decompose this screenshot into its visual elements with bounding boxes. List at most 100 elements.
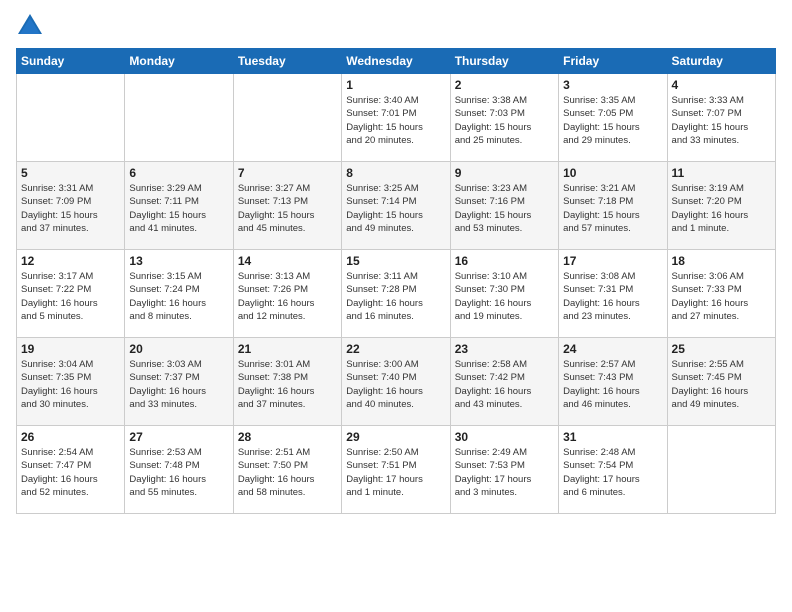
calendar-cell: 16Sunrise: 3:10 AM Sunset: 7:30 PM Dayli… <box>450 250 558 338</box>
calendar-cell: 5 Sunrise: 3:31 AM Sunset: 7:09 PM Daylig… <box>17 162 125 250</box>
calendar-cell: 18 Sunrise: 3:06 AM Sunset: 7:33 PM Dayli… <box>667 250 775 338</box>
day-number: 18 <box>672 254 771 268</box>
day-info: Sunrise: 3:01 AM Sunset: 7:38 PM Dayligh… <box>238 358 337 411</box>
calendar-cell: 14 Sunrise: 3:13 AM Sunset: 7:26 PM Dayli… <box>233 250 341 338</box>
day-number: 14 <box>238 254 337 268</box>
weekday-header: Saturday <box>667 49 775 74</box>
day-info: Sunrise: 3:13 AM Sunset: 7:26 PM Dayligh… <box>238 270 337 323</box>
calendar-cell: 28Sunrise: 2:51 AM Sunset: 7:50 PM Dayli… <box>233 426 341 514</box>
day-info: Sunrise: 3:08 AM Sunset: 7:31 PM Dayligh… <box>563 270 662 323</box>
calendar-cell: 3 Sunrise: 3:35 AM Sunset: 7:05 PM Daylig… <box>559 74 667 162</box>
calendar-week-row: 5 Sunrise: 3:31 AM Sunset: 7:09 PM Daylig… <box>17 162 776 250</box>
calendar-cell: 27 Sunrise: 2:53 AM Sunset: 7:48 PM Dayli… <box>125 426 233 514</box>
day-number: 13 <box>129 254 228 268</box>
day-info: Sunrise: 2:54 AM Sunset: 7:47 PM Dayligh… <box>21 446 120 499</box>
day-number: 26 <box>21 430 120 444</box>
day-info: Sunrise: 3:11 AM Sunset: 7:28 PM Dayligh… <box>346 270 445 323</box>
day-number: 30 <box>455 430 554 444</box>
day-info: Sunrise: 3:23 AM Sunset: 7:16 PM Dayligh… <box>455 182 554 235</box>
calendar-week-row: 26 Sunrise: 2:54 AM Sunset: 7:47 PM Dayli… <box>17 426 776 514</box>
day-number: 15 <box>346 254 445 268</box>
weekday-header: Friday <box>559 49 667 74</box>
calendar-header: SundayMondayTuesdayWednesdayThursdayFrid… <box>17 49 776 74</box>
calendar-cell: 17Sunrise: 3:08 AM Sunset: 7:31 PM Dayli… <box>559 250 667 338</box>
calendar-cell: 1 Sunrise: 3:40 AM Sunset: 7:01 PM Daylig… <box>342 74 450 162</box>
weekday-header: Sunday <box>17 49 125 74</box>
day-number: 9 <box>455 166 554 180</box>
day-info: Sunrise: 2:50 AM Sunset: 7:51 PM Dayligh… <box>346 446 445 499</box>
calendar-cell: 19 Sunrise: 3:04 AM Sunset: 7:35 PM Dayli… <box>17 338 125 426</box>
weekday-header: Tuesday <box>233 49 341 74</box>
day-number: 4 <box>672 78 771 92</box>
day-number: 19 <box>21 342 120 356</box>
day-number: 6 <box>129 166 228 180</box>
day-info: Sunrise: 3:00 AM Sunset: 7:40 PM Dayligh… <box>346 358 445 411</box>
day-info: Sunrise: 3:35 AM Sunset: 7:05 PM Dayligh… <box>563 94 662 147</box>
day-info: Sunrise: 2:57 AM Sunset: 7:43 PM Dayligh… <box>563 358 662 411</box>
calendar-week-row: 19 Sunrise: 3:04 AM Sunset: 7:35 PM Dayli… <box>17 338 776 426</box>
logo <box>16 12 48 40</box>
calendar-cell: 30 Sunrise: 2:49 AM Sunset: 7:53 PM Dayli… <box>450 426 558 514</box>
day-info: Sunrise: 3:31 AM Sunset: 7:09 PM Dayligh… <box>21 182 120 235</box>
calendar-cell: 4Sunrise: 3:33 AM Sunset: 7:07 PM Daylig… <box>667 74 775 162</box>
page: SundayMondayTuesdayWednesdayThursdayFrid… <box>0 0 792 612</box>
calendar-cell: 2 Sunrise: 3:38 AM Sunset: 7:03 PM Daylig… <box>450 74 558 162</box>
calendar-cell: 9 Sunrise: 3:23 AM Sunset: 7:16 PM Daylig… <box>450 162 558 250</box>
calendar-cell: 15 Sunrise: 3:11 AM Sunset: 7:28 PM Dayli… <box>342 250 450 338</box>
calendar-cell: 20 Sunrise: 3:03 AM Sunset: 7:37 PM Dayli… <box>125 338 233 426</box>
day-info: Sunrise: 3:04 AM Sunset: 7:35 PM Dayligh… <box>21 358 120 411</box>
day-number: 22 <box>346 342 445 356</box>
day-number: 10 <box>563 166 662 180</box>
calendar-cell: 29 Sunrise: 2:50 AM Sunset: 7:51 PM Dayli… <box>342 426 450 514</box>
calendar-cell <box>233 74 341 162</box>
calendar-cell: 22 Sunrise: 3:00 AM Sunset: 7:40 PM Dayli… <box>342 338 450 426</box>
day-number: 7 <box>238 166 337 180</box>
calendar-cell: 21 Sunrise: 3:01 AM Sunset: 7:38 PM Dayli… <box>233 338 341 426</box>
day-info: Sunrise: 3:21 AM Sunset: 7:18 PM Dayligh… <box>563 182 662 235</box>
day-number: 21 <box>238 342 337 356</box>
calendar-cell: 12 Sunrise: 3:17 AM Sunset: 7:22 PM Dayli… <box>17 250 125 338</box>
calendar-table: SundayMondayTuesdayWednesdayThursdayFrid… <box>16 48 776 514</box>
day-info: Sunrise: 3:06 AM Sunset: 7:33 PM Dayligh… <box>672 270 771 323</box>
day-number: 23 <box>455 342 554 356</box>
weekday-header: Monday <box>125 49 233 74</box>
day-number: 1 <box>346 78 445 92</box>
day-info: Sunrise: 3:03 AM Sunset: 7:37 PM Dayligh… <box>129 358 228 411</box>
calendar-cell: 6 Sunrise: 3:29 AM Sunset: 7:11 PM Daylig… <box>125 162 233 250</box>
day-number: 11 <box>672 166 771 180</box>
day-info: Sunrise: 3:19 AM Sunset: 7:20 PM Dayligh… <box>672 182 771 235</box>
weekday-header: Thursday <box>450 49 558 74</box>
calendar-cell: 24 Sunrise: 2:57 AM Sunset: 7:43 PM Dayli… <box>559 338 667 426</box>
day-number: 20 <box>129 342 228 356</box>
header <box>16 12 776 40</box>
calendar-cell: 26 Sunrise: 2:54 AM Sunset: 7:47 PM Dayli… <box>17 426 125 514</box>
calendar-cell <box>17 74 125 162</box>
calendar-week-row: 12 Sunrise: 3:17 AM Sunset: 7:22 PM Dayli… <box>17 250 776 338</box>
calendar-cell: 13Sunrise: 3:15 AM Sunset: 7:24 PM Dayli… <box>125 250 233 338</box>
weekday-header: Wednesday <box>342 49 450 74</box>
day-info: Sunrise: 2:58 AM Sunset: 7:42 PM Dayligh… <box>455 358 554 411</box>
calendar-cell <box>125 74 233 162</box>
day-number: 27 <box>129 430 228 444</box>
day-number: 29 <box>346 430 445 444</box>
calendar-cell: 11 Sunrise: 3:19 AM Sunset: 7:20 PM Dayli… <box>667 162 775 250</box>
day-info: Sunrise: 3:38 AM Sunset: 7:03 PM Dayligh… <box>455 94 554 147</box>
day-info: Sunrise: 3:17 AM Sunset: 7:22 PM Dayligh… <box>21 270 120 323</box>
day-number: 24 <box>563 342 662 356</box>
day-info: Sunrise: 3:40 AM Sunset: 7:01 PM Dayligh… <box>346 94 445 147</box>
day-number: 31 <box>563 430 662 444</box>
calendar-cell: 23 Sunrise: 2:58 AM Sunset: 7:42 PM Dayli… <box>450 338 558 426</box>
calendar-body: 1 Sunrise: 3:40 AM Sunset: 7:01 PM Daylig… <box>17 74 776 514</box>
day-number: 8 <box>346 166 445 180</box>
day-number: 5 <box>21 166 120 180</box>
calendar-cell: 31Sunrise: 2:48 AM Sunset: 7:54 PM Dayli… <box>559 426 667 514</box>
day-info: Sunrise: 3:29 AM Sunset: 7:11 PM Dayligh… <box>129 182 228 235</box>
weekday-row: SundayMondayTuesdayWednesdayThursdayFrid… <box>17 49 776 74</box>
day-number: 12 <box>21 254 120 268</box>
day-number: 2 <box>455 78 554 92</box>
day-info: Sunrise: 2:53 AM Sunset: 7:48 PM Dayligh… <box>129 446 228 499</box>
day-number: 28 <box>238 430 337 444</box>
day-info: Sunrise: 3:10 AM Sunset: 7:30 PM Dayligh… <box>455 270 554 323</box>
day-number: 3 <box>563 78 662 92</box>
day-info: Sunrise: 2:49 AM Sunset: 7:53 PM Dayligh… <box>455 446 554 499</box>
